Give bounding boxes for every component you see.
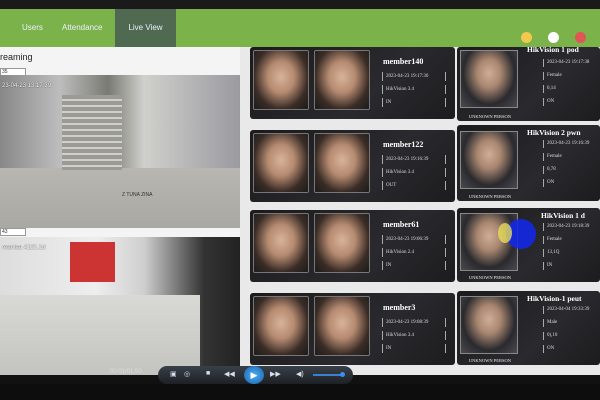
- unknown-direction: ON: [543, 345, 554, 353]
- volume-icon[interactable]: ◀): [296, 370, 304, 378]
- captured-face-image: [314, 296, 370, 356]
- rewind-icon[interactable]: ◀◀: [224, 370, 235, 378]
- unknown-device: HikVision 2 pwn: [527, 128, 581, 137]
- member-time: 2023-04-23 19:16:39: [382, 155, 446, 164]
- member-device: HikVision 3.4: [382, 168, 446, 177]
- unknown-label: UNKNOWN PERSON: [468, 275, 512, 280]
- play-button[interactable]: ▶: [244, 366, 264, 384]
- unknown-face-image: [460, 50, 518, 108]
- member-time: 2023-04-23 19:08:39: [382, 318, 446, 327]
- unknown-score: 13,1Q: [543, 249, 559, 257]
- unknown-gender: Female: [543, 72, 562, 80]
- member-device: HikVision 3.4: [382, 85, 446, 94]
- registered-face-image: [253, 296, 309, 356]
- unknown-time: 2023-04-23 19:17:38: [543, 59, 589, 67]
- member-card[interactable]: member61 2023-04-23 19:06:39 HikVision 2…: [250, 210, 455, 282]
- unknown-face-image: [460, 131, 518, 189]
- unknown-direction: ON: [543, 179, 554, 187]
- stop-icon[interactable]: ■: [206, 370, 210, 377]
- unknown-device: HikVision 1 d: [541, 211, 585, 220]
- unknown-score: 0,78: [543, 166, 556, 174]
- unknown-person-card[interactable]: UNKNOWN PERSON HikVision 1 pod 2023-04-2…: [457, 45, 600, 121]
- playback-time: 00:01/01:50: [110, 369, 142, 375]
- member-time: 2023-04-23 19:06:39: [382, 235, 446, 244]
- unknown-face-image: [460, 296, 518, 354]
- unknown-gender: Female: [543, 153, 562, 161]
- camera-timestamp: 23-04-23 13:17:39: [2, 83, 52, 89]
- unknown-label: UNKNOWN PERSON: [468, 358, 512, 363]
- unknown-direction: ON: [543, 98, 554, 106]
- camera-timestamp: reaniaa 4121.1d: [2, 245, 46, 251]
- member-name: member140: [383, 57, 424, 66]
- unknown-time: 2023-04-04 19:33:39: [543, 306, 589, 314]
- member-device: HikVision 2.4: [382, 248, 446, 257]
- tab-attendance[interactable]: Attendance: [54, 9, 110, 47]
- streaming-panel: reaming 35 23-04-23 13:17:39 Z TUNA ZINA…: [0, 47, 240, 375]
- registered-face-image: [253, 213, 309, 273]
- member-card[interactable]: member140 2023-04-23 19:17:30 HikVision …: [250, 47, 455, 119]
- media-player-controls: ▣ ◎ ■ ◀◀ ▶ ▶▶ ◀): [158, 366, 353, 384]
- top-bar: [0, 0, 600, 9]
- camera-feed-1[interactable]: 23-04-23 13:17:39 Z TUNA ZINA: [0, 75, 240, 228]
- registered-face-image: [253, 133, 309, 193]
- tab-users[interactable]: Users: [14, 9, 51, 47]
- member-card[interactable]: member3 2023-04-23 19:08:39 HikVision 3.…: [250, 293, 455, 365]
- chat-icon[interactable]: [548, 32, 559, 43]
- playlist-icon[interactable]: ▣: [170, 370, 177, 378]
- unknown-direction: IN: [543, 262, 552, 270]
- member-time: 2023-04-23 19:17:30: [382, 72, 446, 81]
- member-direction: IN: [382, 98, 446, 107]
- unknown-label: UNKNOWN PERSON: [468, 114, 512, 119]
- registered-face-image: [253, 50, 309, 110]
- camera-label: Z TUNA ZINA: [122, 192, 153, 198]
- unknown-gender: Female: [543, 236, 562, 244]
- captured-face-image: [314, 50, 370, 110]
- bottom-bar: [0, 384, 600, 400]
- unknown-device: HikVision 1 pod: [527, 45, 579, 54]
- unknown-person-card[interactable]: UNKNOWN PERSON HikVision-1 peut 2023-04-…: [457, 291, 600, 365]
- member-direction: OUT: [382, 181, 446, 190]
- nav-bar: Users Attendance Live View: [0, 9, 600, 47]
- member-direction: IN: [382, 344, 446, 353]
- member-device: HikVision 3.4: [382, 331, 446, 340]
- unknown-score: 0,14: [543, 85, 556, 93]
- cursor-highlight-icon: [498, 219, 536, 249]
- captured-face-image: [314, 133, 370, 193]
- unknown-device: HikVision-1 peut: [527, 294, 582, 303]
- red-indicator-icon[interactable]: [575, 32, 586, 43]
- yellow-indicator-icon[interactable]: [521, 32, 532, 43]
- unknown-time: 2023-04-23 19:16:39: [543, 140, 589, 148]
- member-name: member3: [383, 303, 416, 312]
- volume-slider[interactable]: [313, 372, 345, 377]
- fast-forward-icon[interactable]: ▶▶: [270, 370, 281, 378]
- unknown-gender: Male: [543, 319, 557, 327]
- captured-face-image: [314, 213, 370, 273]
- unknown-time: 2023-04-23 19:18:39: [543, 223, 589, 231]
- member-direction: IN: [382, 261, 446, 270]
- recognition-feed: member140 2023-04-23 19:17:30 HikVision …: [240, 45, 600, 375]
- unknown-person-card[interactable]: UNKNOWN PERSON HikVision 2 pwn 2023-04-2…: [457, 125, 600, 201]
- panel-title: reaming: [0, 52, 33, 62]
- member-name: member61: [383, 220, 420, 229]
- member-name: member122: [383, 140, 424, 149]
- record-icon[interactable]: ◎: [184, 370, 190, 378]
- camera-select-2[interactable]: 43: [0, 228, 26, 236]
- camera-feed-2[interactable]: reaniaa 4121.1d: [0, 237, 240, 375]
- tab-live-view[interactable]: Live View: [115, 9, 176, 47]
- unknown-score: 0),10: [543, 332, 557, 340]
- member-card[interactable]: member122 2023-04-23 19:16:39 HikVision …: [250, 130, 455, 202]
- unknown-label: UNKNOWN PERSON: [468, 194, 512, 199]
